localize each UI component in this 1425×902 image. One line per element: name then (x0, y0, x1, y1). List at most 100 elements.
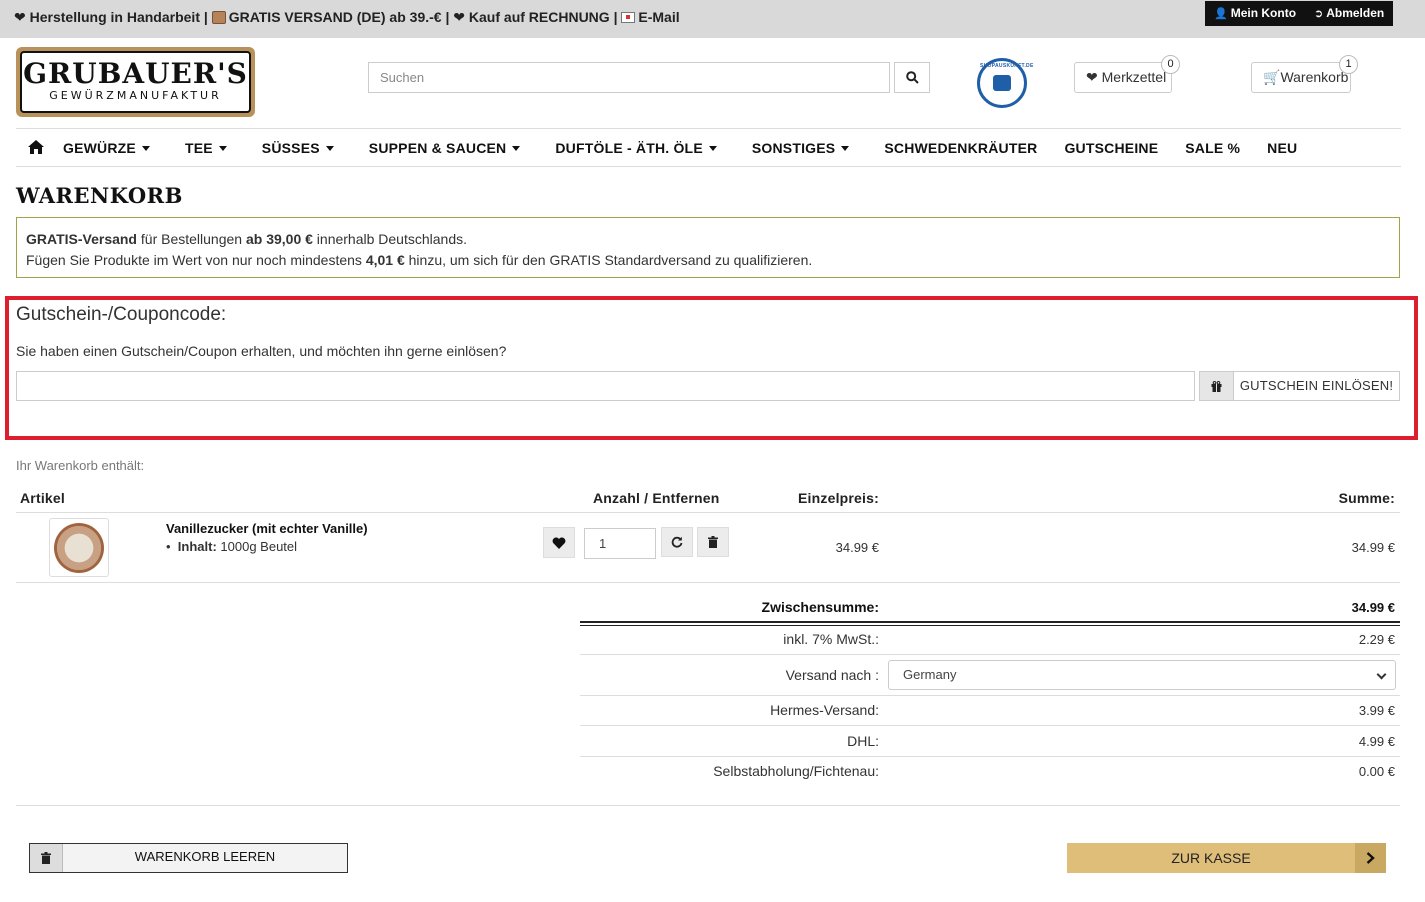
nav-item-gutscheine[interactable]: GUTSCHEINE (1064, 140, 1158, 156)
nav-divider (16, 128, 1401, 129)
product-attribute: • Inhalt: 1000g Beutel (166, 539, 298, 554)
totals-divider (580, 725, 1400, 726)
logo-subtitle: GEWÜRZMANUFAKTUR (49, 89, 222, 102)
coupon-title: Gutschein-/Couponcode: (16, 304, 227, 325)
checkout-label: ZUR KASSE (1171, 850, 1251, 866)
search-button[interactable] (894, 62, 930, 93)
nav-item-suppen-saucen[interactable]: SUPPEN & SAUCEN (369, 140, 521, 156)
nav-item-suesses[interactable]: SÜSSES (262, 140, 334, 156)
caret-down-icon (708, 146, 717, 151)
logo-title: GRUBAUER'S (23, 57, 248, 90)
my-account-label: Mein Konto (1230, 6, 1297, 20)
totals-divider (580, 621, 1400, 623)
pickup-value: 0.00 € (1358, 764, 1395, 779)
caret-down-icon (141, 146, 150, 151)
main-nav: GEWÜRZE TEE SÜSSES SUPPEN & SAUCEN DUFTÖ… (28, 138, 1332, 158)
subtotal-value: 34.99 € (1351, 600, 1395, 615)
heart-icon: ❤ (453, 9, 466, 25)
attribute-label: Inhalt: (177, 539, 217, 554)
wishlist-count-badge: 0 (1161, 55, 1180, 74)
cart-contains-label: Ihr Warenkorb enthält: (16, 458, 145, 473)
info-free-shipping: GRATIS VERSAND (DE) ab 39.-€ (228, 9, 442, 25)
refresh-icon (671, 536, 683, 548)
notice-text: für Bestellungen (137, 231, 246, 247)
shopauskunft-seal[interactable]: SHOPAUSKUNFT.DE (977, 58, 1034, 108)
attribute-value: 1000g Beutel (220, 539, 298, 554)
nav-item-schwedenkraeuter[interactable]: SCHWEDENKRÄUTER (884, 140, 1037, 156)
heart-icon: ❤ (1086, 69, 1098, 85)
notice-text: innerhalb Deutschlands. (312, 231, 468, 247)
dhl-value: 4.99 € (1358, 734, 1395, 749)
chevron-down-icon (1376, 669, 1387, 680)
my-account-button[interactable]: 👤 Mein Konto (1205, 1, 1306, 26)
subtotal-label: Zwischensumme: (761, 599, 879, 615)
redeem-coupon-label: GUTSCHEIN EINLÖSEN! (1239, 378, 1394, 393)
logout-button[interactable]: ➲ Abmelden (1305, 1, 1394, 26)
home-icon[interactable] (28, 139, 44, 157)
ship-to-country-select[interactable]: Germany (888, 660, 1396, 690)
hermes-label: Hermes-Versand: (770, 702, 879, 718)
checkout-button[interactable]: ZUR KASSE (1067, 843, 1386, 873)
package-icon (211, 11, 226, 24)
shopping-bag-icon (993, 75, 1011, 91)
nav-item-gewuerze[interactable]: GEWÜRZE (63, 140, 150, 156)
item-unit-price: 34.99 € (835, 540, 879, 555)
col-header-article: Artikel (20, 490, 65, 506)
free-shipping-notice: GRATIS-Versand für Bestellungen ab 39,00… (16, 217, 1400, 278)
vat-label: inkl. 7% MwSt.: (783, 631, 879, 647)
cart-button[interactable]: 🛒Warenkorb (1251, 62, 1351, 93)
gift-icon (1200, 372, 1234, 400)
remove-item-button[interactable] (697, 527, 729, 557)
wishlist-button[interactable]: ❤ Merkzettel (1074, 62, 1172, 93)
product-image[interactable] (49, 518, 109, 577)
mail-icon (621, 12, 636, 23)
nav-divider (16, 166, 1401, 167)
empty-cart-button[interactable]: WARENKORB LEEREN (29, 843, 348, 873)
info-invoice: Kauf auf RECHNUNG (468, 9, 610, 25)
nav-item-duftoele[interactable]: DUFTÖLE - ÄTH. ÖLE (555, 140, 717, 156)
col-header-unit-price: Einzelpreis: (798, 490, 879, 506)
cart-label: Warenkorb (1280, 69, 1349, 85)
logout-label: Abmelden (1326, 6, 1385, 20)
update-quantity-button[interactable] (661, 527, 693, 557)
redeem-coupon-button[interactable]: GUTSCHEIN EINLÖSEN! (1199, 371, 1400, 401)
notice-text: hinzu, um sich für den GRATIS Standardve… (404, 252, 813, 268)
trash-icon (30, 844, 63, 872)
notice-line-2: Fügen Sie Produkte im Wert von nur noch … (26, 250, 1390, 271)
col-header-sum: Summe: (1338, 490, 1395, 506)
site-logo[interactable]: GRUBAUER'S GEWÜRZMANUFAKTUR (16, 47, 255, 117)
notice-strong: 4,01 € (365, 252, 405, 268)
user-icon: 👤 (1214, 8, 1228, 20)
product-name[interactable]: Vanillezucker (mit echter Vanille) (166, 521, 368, 536)
table-divider (16, 512, 1400, 513)
nav-label: SALE % (1185, 140, 1241, 156)
search-icon (905, 71, 919, 84)
quantity-input[interactable] (584, 528, 656, 559)
coupon-code-input[interactable] (16, 371, 1195, 401)
caret-down-icon (512, 146, 521, 151)
nav-label: TEE (184, 140, 213, 156)
nav-item-sonstiges[interactable]: SONSTIGES (751, 140, 850, 156)
hermes-value: 3.99 € (1358, 703, 1395, 718)
nav-label: GEWÜRZE (63, 140, 136, 156)
seal-text: SHOPAUSKUNFT.DE (980, 63, 1034, 69)
nav-label: SONSTIGES (751, 140, 836, 156)
table-divider (16, 805, 1400, 806)
cart-icon: 🛒 (1263, 69, 1281, 85)
add-to-wishlist-button[interactable] (543, 527, 575, 558)
totals-divider (580, 756, 1400, 757)
notice-line-1: GRATIS-Versand für Bestellungen ab 39,00… (26, 229, 1390, 250)
empty-cart-label: WARENKORB LEEREN (134, 849, 276, 864)
nav-label: SCHWEDENKRÄUTER (884, 140, 1038, 156)
separator: | (613, 9, 618, 25)
email-link[interactable]: E-Mail (638, 9, 679, 25)
separator: | (445, 9, 450, 25)
nav-item-neu[interactable]: NEU (1267, 140, 1297, 156)
heart-icon: ❤ (14, 9, 26, 25)
info-handmade: Herstellung in Handarbeit (29, 9, 200, 25)
nav-item-tee[interactable]: TEE (185, 140, 227, 156)
nav-label: SUPPEN & SAUCEN (368, 140, 507, 156)
nav-label: DUFTÖLE - ÄTH. ÖLE (555, 140, 703, 156)
nav-item-sale[interactable]: SALE % (1185, 140, 1240, 156)
search-input[interactable] (368, 62, 890, 93)
